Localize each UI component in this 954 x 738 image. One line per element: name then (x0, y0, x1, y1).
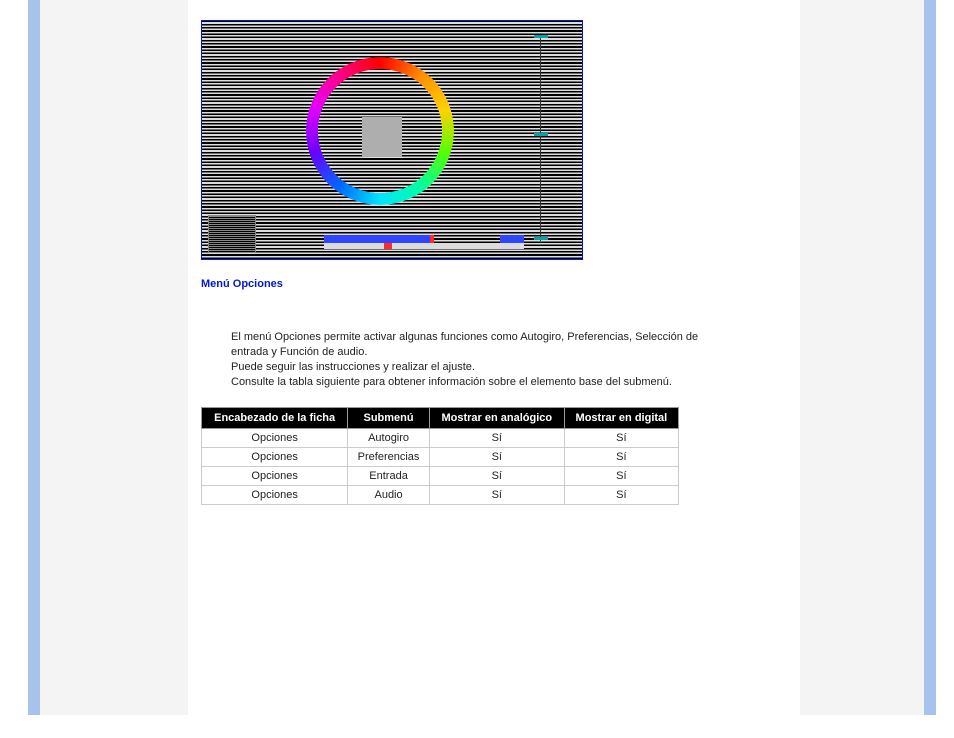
cell: Sí (564, 448, 678, 467)
cell: Opciones (202, 448, 348, 467)
cell: Autogiro (348, 429, 430, 448)
cell: Sí (429, 429, 564, 448)
col-header-submenu: Submenú (348, 408, 430, 429)
left-stripe (28, 0, 40, 715)
bar-separator-red (430, 235, 434, 243)
table-row: Opciones Audio Sí Sí (202, 486, 679, 505)
cell: Sí (429, 448, 564, 467)
bar-segment-blue-right (500, 235, 524, 243)
sidebar-left (40, 0, 188, 715)
page: Menú Opciones El menú Opciones permite a… (0, 0, 954, 738)
bar-marker (384, 243, 392, 249)
cell: Sí (564, 467, 678, 486)
desc-line-3: Consulte la tabla siguiente para obtener… (231, 375, 731, 390)
cell: Preferencias (348, 448, 430, 467)
table-row: Opciones Autogiro Sí Sí (202, 429, 679, 448)
options-table: Encabezado de la ficha Submenú Mostrar e… (201, 407, 679, 505)
col-header-digital: Mostrar en digital (564, 408, 678, 429)
col-header-analog: Mostrar en analógico (429, 408, 564, 429)
vertical-slider-track (540, 35, 541, 241)
section-title: Menú Opciones (201, 278, 781, 290)
right-stripe (924, 0, 936, 715)
slider-tick-top (534, 35, 548, 38)
cell: Opciones (202, 486, 348, 505)
cell: Audio (348, 486, 430, 505)
table-body: Opciones Autogiro Sí Sí Opciones Prefere… (202, 429, 679, 505)
table-header-row: Encabezado de la ficha Submenú Mostrar e… (202, 408, 679, 429)
sidebar-right (800, 0, 924, 715)
cell: Entrada (348, 467, 430, 486)
thumbnail-preview (208, 215, 256, 253)
content-area: Menú Opciones El menú Opciones permite a… (201, 20, 781, 505)
table-row: Opciones Entrada Sí Sí (202, 467, 679, 486)
cell: Sí (564, 429, 678, 448)
desc-line-1: El menú Opciones permite activar algunas… (231, 330, 731, 360)
desc-line-2: Puede seguir las instrucciones y realiza… (231, 360, 731, 375)
cell: Opciones (202, 467, 348, 486)
cell: Sí (429, 467, 564, 486)
bottom-bar (324, 235, 524, 249)
cell: Opciones (202, 429, 348, 448)
table-row: Opciones Preferencias Sí Sí (202, 448, 679, 467)
test-pattern-image (201, 20, 583, 260)
cell: Sí (564, 486, 678, 505)
description-block: El menú Opciones permite activar algunas… (231, 330, 731, 389)
slider-tick-mid (534, 133, 548, 136)
bar-track (324, 243, 524, 249)
gray-square (362, 117, 402, 157)
col-header-ficha: Encabezado de la ficha (202, 408, 348, 429)
cell: Sí (429, 486, 564, 505)
bar-segment-blue-left (324, 235, 430, 243)
slider-tick-bottom (534, 237, 548, 240)
